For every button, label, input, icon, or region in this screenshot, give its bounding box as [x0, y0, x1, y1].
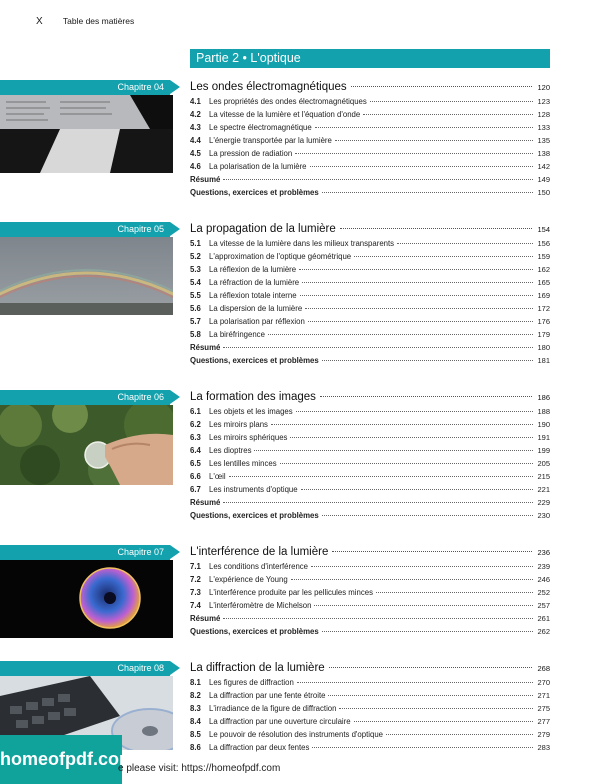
toc-entry: 8.1 Les figures de diffraction 270 [190, 678, 550, 687]
toc-entry-exercises: Questions, exercices et problèmes 181 [190, 356, 550, 365]
chapter-title-row: La propagation de la lumière 154 [190, 223, 550, 235]
toc-entry: 5.4 La réfraction de la lumière 165 [190, 278, 550, 287]
toc-entry-summary: Résumé 180 [190, 343, 550, 352]
chapter-page: 186 [537, 393, 550, 402]
running-head: X Table des matières [36, 16, 134, 27]
chapter-page: 120 [537, 83, 550, 92]
chapter-photo [0, 560, 173, 638]
chapter-tab: Chapitre 08 [0, 661, 180, 676]
toc-entry: 4.6 La polarisation de la lumière 142 [190, 162, 550, 171]
toc-entry-exercises: Questions, exercices et problèmes 150 [190, 188, 550, 197]
toc-entry: 8.3 L'irradiance de la figure de diffract… [190, 704, 550, 713]
toc-entry: 8.5 Le pouvoir de résolution des instrume… [190, 730, 550, 739]
toc-entry: 5.3 La réflexion de la lumière 162 [190, 265, 550, 274]
toc-entry: 4.1 Les propriétés des ondes électromagné… [190, 97, 550, 106]
toc-entry: 5.6 La dispersion de la lumière 172 [190, 304, 550, 313]
part-banner: Partie 2 • L'optique [190, 49, 550, 67]
toc-entry: 5.1 La vitesse de la lumière dans les mil… [190, 239, 550, 248]
toc-entry: 5.7 La polarisation par réflexion 176 [190, 317, 550, 326]
toc-entry: 5.2 L'approximation de l'optique géométri… [190, 252, 550, 261]
toc-entry: 8.2 La diffraction par une fente étroite 2… [190, 691, 550, 700]
toc-entry: 8.6 La diffraction par deux fentes 283 [190, 743, 550, 752]
toc-entry-exercises: Questions, exercices et problèmes 230 [190, 511, 550, 520]
chapter-page: 154 [537, 225, 550, 234]
toc-entry: 8.4 La diffraction par une ouverture circ… [190, 717, 550, 726]
chapter-title: La diffraction de la lumière [190, 662, 325, 674]
watermark-logo[interactable]: homeofpdf.com [0, 735, 135, 784]
chapter-photo [0, 95, 173, 173]
chapter-title: La formation des images [190, 391, 316, 403]
toc-entry: 7.4 L'interféromètre de Michelson 257 [190, 601, 550, 610]
toc-entry-summary: Résumé 261 [190, 614, 550, 623]
chapter-title: La propagation de la lumière [190, 223, 336, 235]
toc-entry: 6.6 L'œil 215 [190, 472, 550, 481]
toc-entry: 4.2 La vitesse de la lumière et l'équatio… [190, 110, 550, 119]
toc-entry-summary: Résumé 149 [190, 175, 550, 184]
chapter-tab: Chapitre 04 [0, 80, 180, 95]
chapter-tab: Chapitre 06 [0, 390, 180, 405]
chapter-title: L'interférence de la lumière [190, 546, 329, 558]
chapter-page: 268 [537, 664, 550, 673]
toc-entry-exercises: Questions, exercices et problèmes 262 [190, 627, 550, 636]
toc-entry: 7.2 L'expérience de Young 246 [190, 575, 550, 584]
chapter-title-row: Les ondes électromagnétiques 120 [190, 81, 550, 93]
chapter-photo [0, 237, 173, 315]
toc-entry: 6.3 Les miroirs sphériques 191 [190, 433, 550, 442]
chapter-tab: Chapitre 05 [0, 222, 180, 237]
toc-entry: 5.5 La réflexion totale interne 169 [190, 291, 550, 300]
toc-entry-summary: Résumé 229 [190, 498, 550, 507]
chapter-photo [0, 405, 173, 485]
chapter-title-row: La diffraction de la lumière 268 [190, 662, 550, 674]
toc-entry: 6.7 Les instruments d'optique 221 [190, 485, 550, 494]
page-marker: X [36, 16, 43, 27]
chapter-title: Les ondes électromagnétiques [190, 81, 347, 93]
toc-entry: 6.4 Les dioptres 199 [190, 446, 550, 455]
toc-entry: 5.8 La biréfringence 179 [190, 330, 550, 339]
toc-entry: 7.3 L'interférence produite par les pelli… [190, 588, 550, 597]
chapter-title-row: L'interférence de la lumière 236 [190, 546, 550, 558]
chapter-title-row: La formation des images 186 [190, 391, 550, 403]
watermark-link[interactable]: e please visit: https://homeofpdf.com [118, 763, 280, 774]
chapter-tab: Chapitre 07 [0, 545, 180, 560]
part-rule [190, 67, 550, 68]
toc-entry: 4.4 L'énergie transportée par la lumière 1… [190, 136, 550, 145]
chapter-page: 236 [537, 548, 550, 557]
toc-entry: 6.2 Les miroirs plans 190 [190, 420, 550, 429]
toc-entry: 7.1 Les conditions d'interférence 239 [190, 562, 550, 571]
toc-entry: 4.5 La pression de radiation 138 [190, 149, 550, 158]
running-title: Table des matières [62, 16, 135, 26]
toc-entry: 6.5 Les lentilles minces 205 [190, 459, 550, 468]
toc-entry: 6.1 Les objets et les images 188 [190, 407, 550, 416]
toc-entry: 4.3 Le spectre électromagnétique 133 [190, 123, 550, 132]
